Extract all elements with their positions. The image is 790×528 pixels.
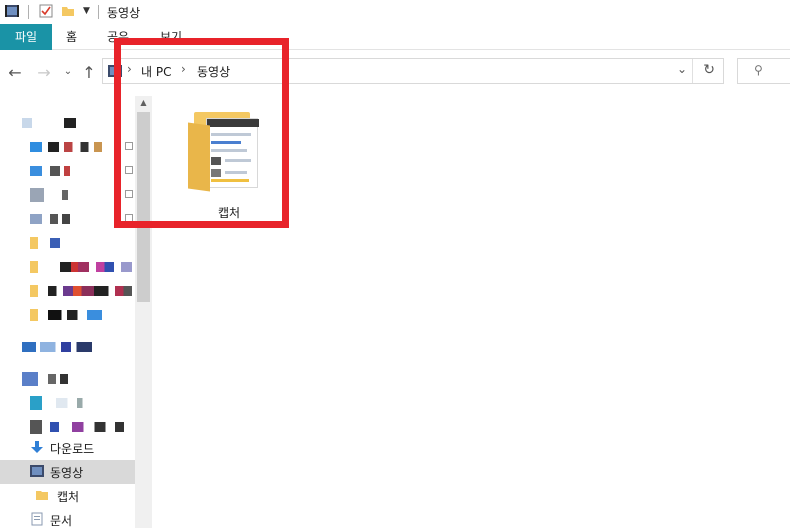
nav-item-label: 다운로드 [50,442,95,456]
nav-item-documents[interactable]: 문서 [0,508,135,528]
pin-icon[interactable] [125,142,133,150]
tab-share[interactable]: 공유 [107,24,129,50]
title-bar: ▼ 동영상 [0,0,790,24]
video-folder-icon [5,5,19,17]
nav-item-label: 캡처 [57,490,80,504]
recent-locations-chevron-icon[interactable]: ⌄ [58,66,78,77]
video-folder-icon [108,65,122,77]
nav-item-obscured[interactable] [0,136,135,160]
window-title: 동영상 [107,6,141,20]
nav-item-label: 동영상 [50,466,84,480]
address-bar[interactable]: › 내 PC › 동영상 ⌄ ↻ [102,58,724,84]
navigation-pane: 다운로드 동영상 캡처 문서 [0,96,135,528]
folder-item-capture[interactable]: 캡처 [184,110,274,222]
search-input[interactable]: ⚲ [737,58,790,84]
tab-file[interactable]: 파일 [0,24,52,50]
address-dropdown-chevron-icon[interactable]: ⌄ [677,62,687,76]
nav-item-label: 문서 [50,514,73,528]
download-arrow-icon [31,441,43,453]
nav-item-obscured[interactable] [0,160,135,184]
nav-item-downloads[interactable]: 다운로드 [0,436,135,460]
ribbon-tabs: 파일 홈 공유 보기 [0,24,790,50]
pin-icon[interactable] [125,190,133,198]
breadcrumb-this-pc[interactable]: 내 PC [141,63,171,80]
nav-item-obscured[interactable] [0,392,135,416]
pin-icon[interactable] [125,166,133,174]
breadcrumb-separator[interactable]: › [181,62,186,76]
nav-item-obscured[interactable] [0,336,135,360]
new-folder-icon[interactable] [60,3,76,19]
nav-item-videos[interactable]: 동영상 [0,460,135,484]
nav-item-obscured[interactable] [0,368,135,392]
nav-item-obscured[interactable] [0,304,135,328]
quick-access-dropdown-icon[interactable]: ▼ [83,6,90,16]
tab-home[interactable]: 홈 [66,24,77,50]
nav-item-obscured[interactable] [0,232,135,256]
nav-item-obscured[interactable] [0,208,135,232]
tab-view[interactable]: 보기 [160,24,182,50]
nav-item-capture[interactable]: 캡처 [0,484,135,508]
navigation-bar: ← → ⌄ ↑ › 내 PC › 동영상 ⌄ ↻ ⚲ [0,50,790,96]
refresh-icon[interactable]: ↻ [703,62,715,78]
breadcrumb-videos[interactable]: 동영상 [197,63,230,80]
pin-icon[interactable] [125,214,133,222]
documents-icon [31,512,43,526]
folder-icon [36,491,48,500]
folder-item-label: 캡처 [217,206,241,220]
nav-item-obscured[interactable] [0,184,135,208]
nav-pane-scrollbar[interactable]: ▲ [135,96,152,528]
scroll-up-chevron-icon[interactable]: ▲ [135,96,152,110]
file-list-pane: 캡처 [152,96,790,528]
forward-arrow-icon[interactable]: → [34,63,54,82]
search-icon: ⚲ [754,63,763,77]
video-folder-icon [30,465,44,477]
nav-item-obscured[interactable] [0,280,135,304]
up-arrow-icon[interactable]: ↑ [79,63,99,82]
scroll-thumb[interactable] [137,112,150,302]
back-arrow-icon[interactable]: ← [5,63,25,82]
properties-check-icon[interactable] [38,3,54,19]
nav-item-obscured[interactable] [0,112,135,136]
breadcrumb-separator[interactable]: › [127,62,132,76]
nav-item-obscured[interactable] [0,256,135,280]
